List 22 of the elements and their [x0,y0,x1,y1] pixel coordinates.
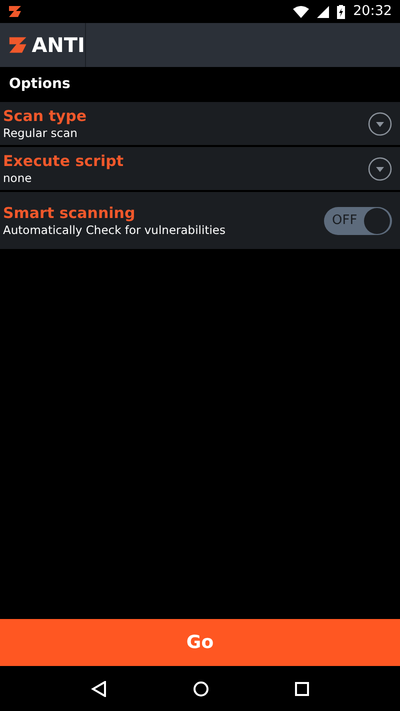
option-title: Smart scanning [3,203,136,223]
logo-icon [8,36,28,54]
option-row[interactable]: Scan type Regular scan [0,102,400,145]
home-icon[interactable] [193,680,209,696]
option-title: Execute script [3,151,124,171]
app-title: ANTI [32,32,85,59]
option-value: Regular scan [3,126,78,141]
section-title: Options [9,75,70,94]
option-row[interactable]: Execute script none [0,147,400,190]
battery-icon [337,4,346,18]
option-title: Scan type [3,106,88,126]
option-value: none [3,171,33,186]
option-row[interactable]: Smart scanning Automatically Check for vulnerabilities OFF [0,192,400,249]
signal-icon [317,6,330,18]
clock: 20:32 [353,2,392,22]
dropdown-icon[interactable] [368,156,392,180]
dropdown-icon[interactable] [368,112,392,136]
wifi-icon [293,6,310,18]
recents-icon[interactable] [295,682,309,696]
app-notification-icon [8,6,22,17]
back-icon[interactable] [91,680,107,696]
option-value: Automatically Check for vulnerabilities [3,223,226,238]
